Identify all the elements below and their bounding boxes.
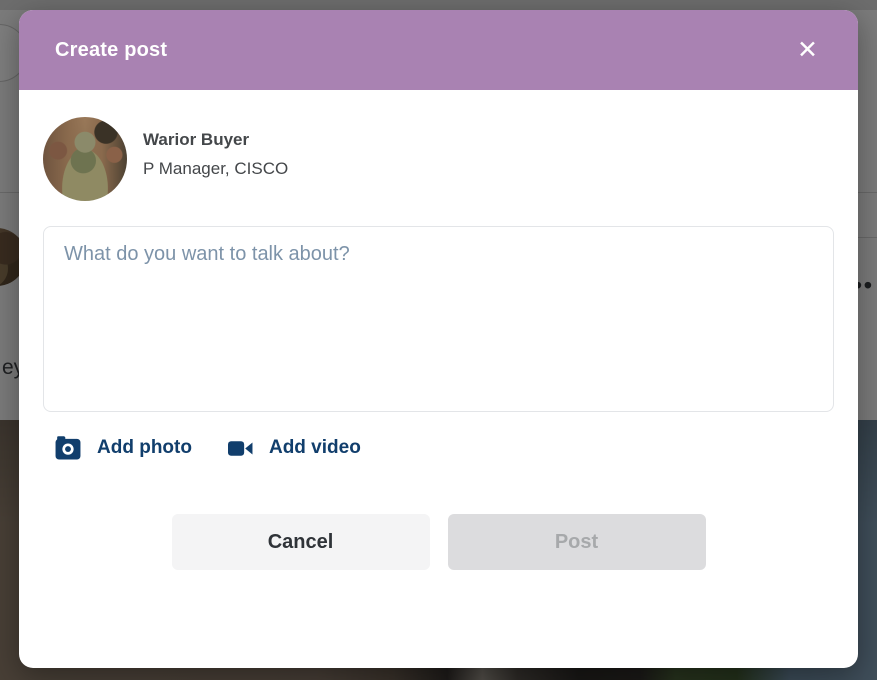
modal-footer: Cancel Post — [43, 514, 834, 570]
post-text-input[interactable] — [43, 226, 834, 412]
user-name: Warior Buyer — [143, 130, 288, 150]
add-photo-button[interactable]: Add photo — [55, 436, 192, 460]
create-post-modal: Create post ✕ Warior Buyer P Manager, CI… — [19, 10, 858, 668]
screen: ey ! ••• Create post ✕ Warior Buyer P Ma… — [0, 0, 877, 680]
user-row: Warior Buyer P Manager, CISCO — [43, 117, 834, 201]
close-icon[interactable]: ✕ — [793, 34, 822, 67]
add-video-label: Add video — [269, 437, 361, 459]
add-video-button[interactable]: Add video — [228, 437, 361, 459]
avatar — [43, 117, 127, 201]
video-camera-icon — [228, 440, 253, 457]
add-photo-label: Add photo — [97, 437, 192, 459]
user-meta: Warior Buyer P Manager, CISCO — [143, 117, 288, 179]
post-button[interactable]: Post — [448, 514, 706, 570]
camera-icon — [55, 436, 81, 460]
attachment-actions: Add photo Add video — [43, 436, 834, 460]
modal-body: Warior Buyer P Manager, CISCO — [19, 90, 858, 668]
modal-title: Create post — [55, 39, 167, 62]
cancel-button[interactable]: Cancel — [172, 514, 430, 570]
user-subtitle: P Manager, CISCO — [143, 159, 288, 179]
modal-header: Create post ✕ — [19, 10, 858, 90]
